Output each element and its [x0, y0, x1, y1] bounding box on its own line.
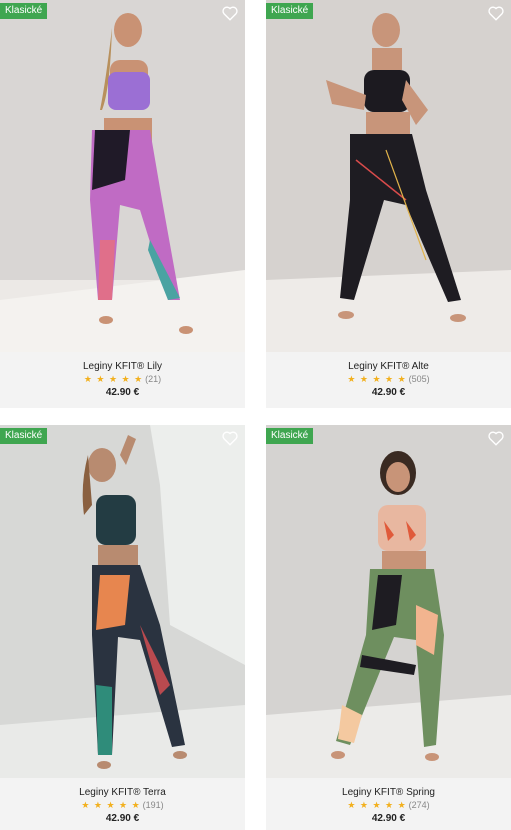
- product-info: Leginy KFIT® Alte ★ ★ ★ ★ ★ (505) 42.90 €: [266, 352, 511, 408]
- product-card[interactable]: Klasické Leginy KFIT® Lily ★ ★ ★ ★ ★ (21)…: [0, 0, 245, 408]
- review-count: (191): [142, 800, 164, 810]
- product-photo[interactable]: Klasické: [266, 425, 511, 778]
- product-rating: ★ ★ ★ ★ ★ (21): [0, 373, 245, 386]
- product-photo[interactable]: Klasické: [0, 0, 245, 352]
- product-price: 42.90 €: [371, 387, 406, 398]
- rating-stars: ★ ★ ★ ★ ★: [347, 800, 407, 810]
- product-name[interactable]: Leginy KFIT® Lily: [0, 352, 245, 373]
- product-card[interactable]: Klasické Leginy KFIT® Alte ★ ★ ★ ★ ★ (505…: [266, 0, 511, 408]
- product-photo[interactable]: Klasické: [266, 0, 511, 352]
- product-info: Leginy KFIT® Terra ★ ★ ★ ★ ★ (191) 42.90 …: [0, 778, 245, 830]
- heart-outline-icon[interactable]: [487, 429, 505, 447]
- product-badge: Klasické: [266, 3, 314, 19]
- product-price: 42.90 €: [371, 813, 406, 824]
- product-name[interactable]: Leginy KFIT® Alte: [266, 352, 511, 373]
- product-info: Leginy KFIT® Spring ★ ★ ★ ★ ★ (274) 42.90…: [266, 778, 511, 830]
- product-grid: Klasické Leginy KFIT® Lily ★ ★ ★ ★ ★ (21)…: [0, 0, 511, 830]
- product-image: [0, 425, 245, 778]
- product-rating: ★ ★ ★ ★ ★ (191): [0, 799, 245, 812]
- product-name[interactable]: Leginy KFIT® Spring: [266, 778, 511, 799]
- product-card[interactable]: Klasické Leginy KFIT® Spring ★ ★ ★ ★ ★ (2…: [266, 425, 511, 830]
- product-rating: ★ ★ ★ ★ ★ (274): [266, 799, 511, 812]
- rating-stars: ★ ★ ★ ★ ★: [83, 374, 144, 384]
- product-price: 42.90 €: [105, 813, 140, 824]
- product-image: [266, 0, 511, 352]
- product-badge: Klasické: [0, 428, 48, 444]
- heart-outline-icon[interactable]: [221, 429, 239, 447]
- review-count: (21): [145, 374, 162, 384]
- product-price: 42.90 €: [105, 387, 140, 398]
- review-count: (274): [408, 800, 430, 810]
- product-image: [0, 0, 245, 352]
- rating-stars: ★ ★ ★ ★ ★: [347, 374, 407, 384]
- product-badge: Klasické: [266, 428, 314, 444]
- product-photo[interactable]: Klasické: [0, 425, 245, 778]
- product-info: Leginy KFIT® Lily ★ ★ ★ ★ ★ (21) 42.90 €: [0, 352, 245, 408]
- product-name[interactable]: Leginy KFIT® Terra: [0, 778, 245, 799]
- product-rating: ★ ★ ★ ★ ★ (505): [266, 373, 511, 386]
- review-count: (505): [408, 374, 430, 384]
- product-card[interactable]: Klasické Leginy KFIT® Terra ★ ★ ★ ★ ★ (19…: [0, 425, 245, 830]
- heart-outline-icon[interactable]: [221, 4, 239, 22]
- product-badge: Klasické: [0, 3, 48, 19]
- rating-stars: ★ ★ ★ ★ ★: [81, 800, 141, 810]
- heart-outline-icon[interactable]: [487, 4, 505, 22]
- product-image: [266, 425, 511, 778]
